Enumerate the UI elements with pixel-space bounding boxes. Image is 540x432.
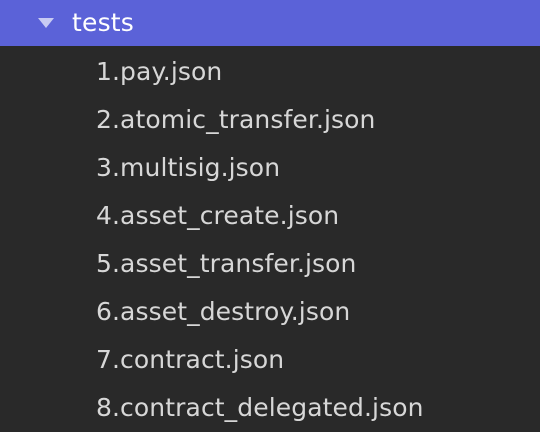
file-item-2[interactable]: 2.atomic_transfer.json xyxy=(0,94,540,142)
file-tree: tests 1.pay.json 2.atomic_transfer.json … xyxy=(0,0,540,432)
file-item-6[interactable]: 6.asset_destroy.json xyxy=(0,286,540,334)
file-label: 4.asset_create.json xyxy=(96,201,340,230)
file-item-7[interactable]: 7.contract.json xyxy=(0,334,540,382)
file-label: 6.asset_destroy.json xyxy=(96,297,351,326)
file-label: 5.asset_transfer.json xyxy=(96,249,357,278)
file-label: 2.atomic_transfer.json xyxy=(96,105,376,134)
file-label: 3.multisig.json xyxy=(96,153,281,182)
folder-row-tests[interactable]: tests xyxy=(0,0,540,46)
file-item-5[interactable]: 5.asset_transfer.json xyxy=(0,238,540,286)
file-list: 1.pay.json 2.atomic_transfer.json 3.mult… xyxy=(0,46,540,430)
file-label: 7.contract.json xyxy=(96,345,285,374)
file-item-3[interactable]: 3.multisig.json xyxy=(0,142,540,190)
chevron-down-icon[interactable] xyxy=(38,18,54,28)
file-item-1[interactable]: 1.pay.json xyxy=(0,46,540,94)
folder-label: tests xyxy=(72,8,135,37)
file-label: 1.pay.json xyxy=(96,57,223,86)
file-item-4[interactable]: 4.asset_create.json xyxy=(0,190,540,238)
file-item-8[interactable]: 8.contract_delegated.json xyxy=(0,382,540,430)
file-label: 8.contract_delegated.json xyxy=(96,393,424,422)
